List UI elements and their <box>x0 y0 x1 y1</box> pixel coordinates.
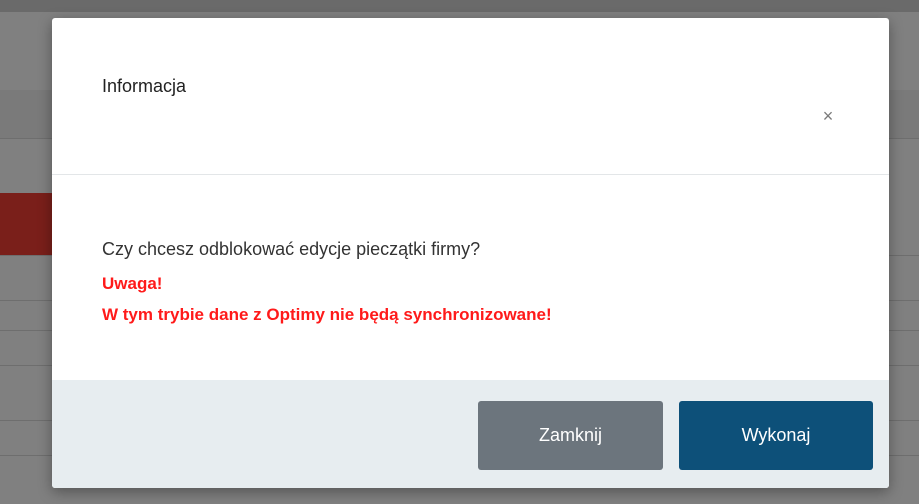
dialog-header: Informacja × <box>52 18 889 175</box>
information-dialog: Informacja × Czy chcesz odblokować edycj… <box>52 18 889 488</box>
background-top-bar <box>0 0 919 12</box>
background-red-block <box>0 193 52 255</box>
dialog-footer: Zamknij Wykonaj <box>52 380 889 488</box>
dialog-body: Czy chcesz odblokować edycje pieczątki f… <box>52 175 889 380</box>
warning-title: Uwaga! <box>102 274 163 293</box>
close-button[interactable]: Zamknij <box>478 401 663 470</box>
dialog-title: Informacja <box>102 76 187 96</box>
dialog-question: Czy chcesz odblokować edycje pieczątki f… <box>102 239 481 259</box>
execute-button[interactable]: Wykonaj <box>679 401 873 470</box>
warning-message: W tym trybie dane z Optimy nie będą sync… <box>102 305 552 324</box>
close-icon[interactable]: × <box>816 104 840 128</box>
